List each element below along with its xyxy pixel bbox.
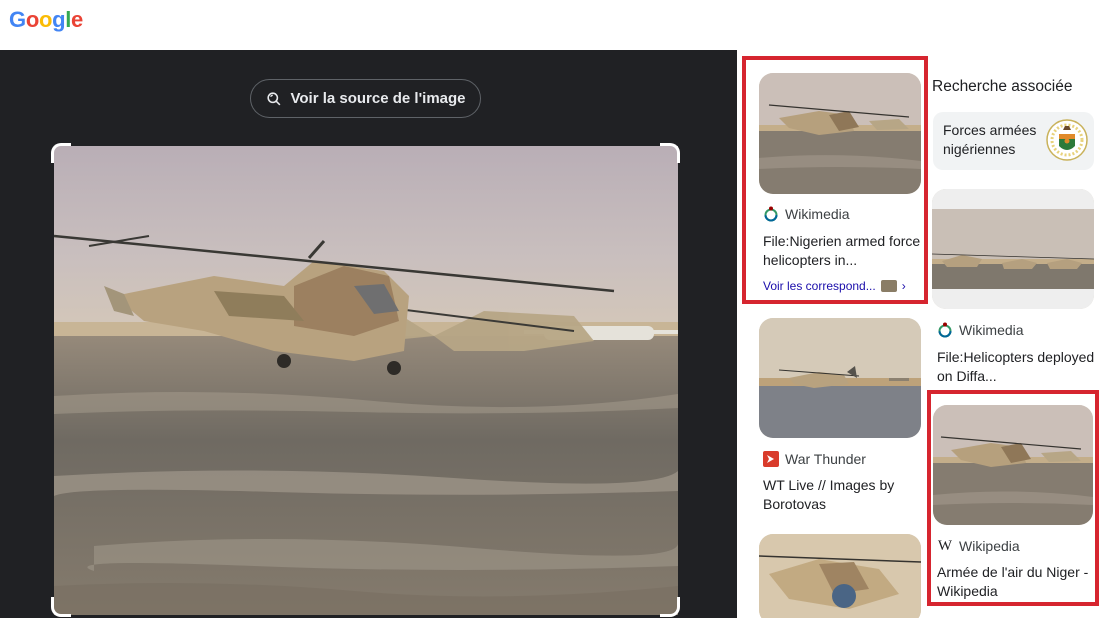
related-search-heading: Recherche associée (932, 78, 1073, 95)
result-thumbnail[interactable] (759, 534, 921, 618)
crop-handle-top-right[interactable] (660, 143, 680, 163)
image-viewer: Voir la source de l'image (0, 50, 737, 618)
result-title[interactable]: File:Helicopters deployed on Diffa... (937, 348, 1095, 386)
logo-letter: g (52, 7, 66, 32)
result-thumbnail[interactable] (759, 318, 921, 438)
highlight-box (742, 56, 928, 304)
view-source-button[interactable]: Voir la source de l'image (250, 79, 481, 118)
google-logo[interactable]: Google (9, 7, 83, 33)
google-lens-page: Google Voir la source de l'image Wikimed… (0, 0, 1100, 618)
result-source[interactable]: War Thunder (763, 451, 866, 467)
crop-handle-bottom-right[interactable] (660, 597, 680, 617)
lens-search-icon (267, 92, 281, 106)
related-search-chip[interactable]: Forces armées nigériennes (933, 112, 1094, 170)
crop-handle-top-left[interactable] (51, 143, 71, 163)
war-thunder-icon (763, 451, 779, 467)
related-chip-label: Forces armées nigériennes (943, 122, 1037, 157)
logo-letter: o (38, 7, 53, 32)
logo-letter: e (71, 7, 83, 32)
armed-forces-emblem-icon (1046, 119, 1088, 161)
source-name: Wikimedia (959, 322, 1024, 338)
highlight-box (927, 390, 1099, 606)
main-image[interactable] (54, 146, 678, 615)
crop-handle-bottom-left[interactable] (51, 597, 71, 617)
result-title[interactable]: WT Live // Images by Borotovas (763, 476, 921, 514)
logo-letter: o (25, 7, 39, 32)
logo-letter: G (9, 7, 26, 32)
header: Google (0, 0, 1100, 50)
source-name: War Thunder (785, 451, 866, 467)
view-source-label: Voir la source de l'image (290, 90, 466, 107)
result-source[interactable]: Wikimedia (937, 322, 1024, 338)
result-thumbnail[interactable] (932, 189, 1094, 309)
wikimedia-icon (937, 322, 953, 338)
